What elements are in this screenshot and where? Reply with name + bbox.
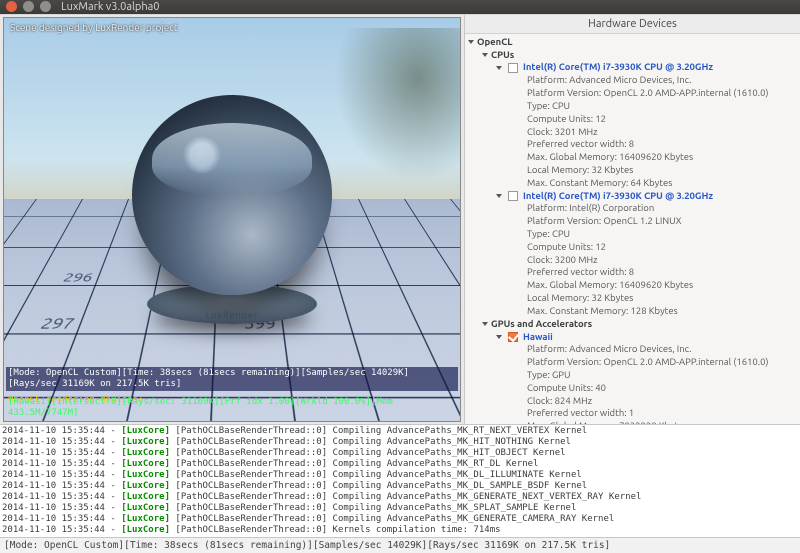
device-checkbox-cpu1[interactable] [508,63,518,73]
device-prop: Max. Global Memory: 7932928 Kbytes [527,420,798,424]
chrome-ball [132,95,332,295]
chevron-down-icon[interactable] [468,40,474,44]
luxrender-logo-text: LuxRender [206,310,259,320]
device-props-cpu2: Platform: Intel(R) CorporationPlatform V… [497,202,798,317]
chevron-down-icon[interactable] [496,335,502,339]
device-checkbox-hawaii[interactable] [508,332,518,342]
device-tree[interactable]: OpenCL CPUs Intel(R) Core(TM) i7-3930K C… [465,34,800,424]
chevron-down-icon[interactable] [496,194,502,198]
log-line: 2014-11-10 15:35:44 - [LuxCore] [PathOCL… [2,525,798,536]
chevron-down-icon[interactable] [482,322,488,326]
log-line: 2014-11-10 15:35:44 - [LuxCore] [PathOCL… [2,492,798,503]
device-prop: Preferred vector width: 8 [527,266,798,279]
device-prop: Max. Global Memory: 16409620 Kbytes [527,279,798,292]
viewport-stats-line3: [Hawaii][Intersect:0][Rays/sec: 31169K][… [6,396,458,421]
window-titlebar: LuxMark v3.0alpha0 [0,0,800,14]
device-prop: Clock: 824 MHz [527,395,798,408]
device-prop: Type: CPU [527,100,798,113]
device-prop: Compute Units: 40 [527,382,798,395]
tree-group-gpus[interactable]: GPUs and Accelerators [491,318,592,331]
device-prop: Max. Constant Memory: 128 Kbytes [527,305,798,318]
chevron-down-icon[interactable] [482,53,488,57]
maximize-icon[interactable] [40,1,51,12]
device-prop: Max. Global Memory: 16409620 Kbytes [527,151,798,164]
hardware-panel-title: Hardware Devices [465,15,800,34]
minimize-icon[interactable] [23,1,34,12]
log-line: 2014-11-10 15:35:44 - [LuxCore] [PathOCL… [2,459,798,470]
device-name-cpu2[interactable]: Intel(R) Core(TM) i7-3930K CPU @ 3.20GHz [523,190,713,203]
device-prop: Platform Version: OpenCL 1.2 LINUX [527,215,798,228]
log-line: 2014-11-10 15:35:44 - [LuxCore] [PathOCL… [2,426,798,437]
device-prop: Type: GPU [527,369,798,382]
device-prop: Max. Constant Memory: 64 Kbytes [527,177,798,190]
tree-group-cpus[interactable]: CPUs [491,49,514,62]
render-viewport: Scene designed by LuxRender project 2965… [3,17,461,422]
device-prop: Type: CPU [527,228,798,241]
device-prop: Preferred vector width: 1 [527,407,798,420]
log-panel[interactable]: 2014-11-10 15:35:44 - [LuxCore] [PathOCL… [0,424,800,537]
background-foliage [320,28,460,198]
device-prop: Platform Version: OpenCL 2.0 AMD-APP.int… [527,356,798,369]
log-line: 2014-11-10 15:35:44 - [LuxCore] [PathOCL… [2,514,798,525]
device-prop: Platform: Intel(R) Corporation [527,202,798,215]
device-prop: Preferred vector width: 8 [527,138,798,151]
viewport-stats-line1: [Mode: OpenCL Custom][Time: 38secs (81se… [6,367,458,392]
chevron-down-icon[interactable] [496,66,502,70]
device-prop: Clock: 3200 MHz [527,254,798,267]
log-line: 2014-11-10 15:35:44 - [LuxCore] [PathOCL… [2,481,798,492]
device-prop: Clock: 3201 MHz [527,126,798,139]
device-props-cpu1: Platform: Advanced Micro Devices, Inc.Pl… [497,74,798,189]
scene-credit: Scene designed by LuxRender project [10,22,178,33]
device-prop: Platform Version: OpenCL 2.0 AMD-APP.int… [527,87,798,100]
device-prop: Compute Units: 12 [527,113,798,126]
log-line: 2014-11-10 15:35:44 - [LuxCore] [PathOCL… [2,503,798,514]
device-prop: Local Memory: 32 Kbytes [527,292,798,305]
device-name-hawaii[interactable]: Hawaii [523,331,553,344]
device-prop: Platform: Advanced Micro Devices, Inc. [527,74,798,87]
close-icon[interactable] [6,1,17,12]
tree-root-opencl[interactable]: OpenCL [477,36,513,49]
device-prop: Compute Units: 12 [527,241,798,254]
device-prop: Platform: Advanced Micro Devices, Inc. [527,343,798,356]
status-bar: [Mode: OpenCL Custom][Time: 38secs (81se… [0,537,800,553]
log-line: 2014-11-10 15:35:44 - [LuxCore] [PathOCL… [2,437,798,448]
device-props-hawaii: Platform: Advanced Micro Devices, Inc.Pl… [497,343,798,424]
log-line: 2014-11-10 15:35:44 - [LuxCore] [PathOCL… [2,470,798,481]
device-prop: Local Memory: 32 Kbytes [527,164,798,177]
device-checkbox-cpu2[interactable] [508,191,518,201]
log-line: 2014-11-10 15:35:44 - [LuxCore] [PathOCL… [2,448,798,459]
device-name-cpu1[interactable]: Intel(R) Core(TM) i7-3930K CPU @ 3.20GHz [523,61,713,74]
window-title: LuxMark v3.0alpha0 [61,1,159,13]
